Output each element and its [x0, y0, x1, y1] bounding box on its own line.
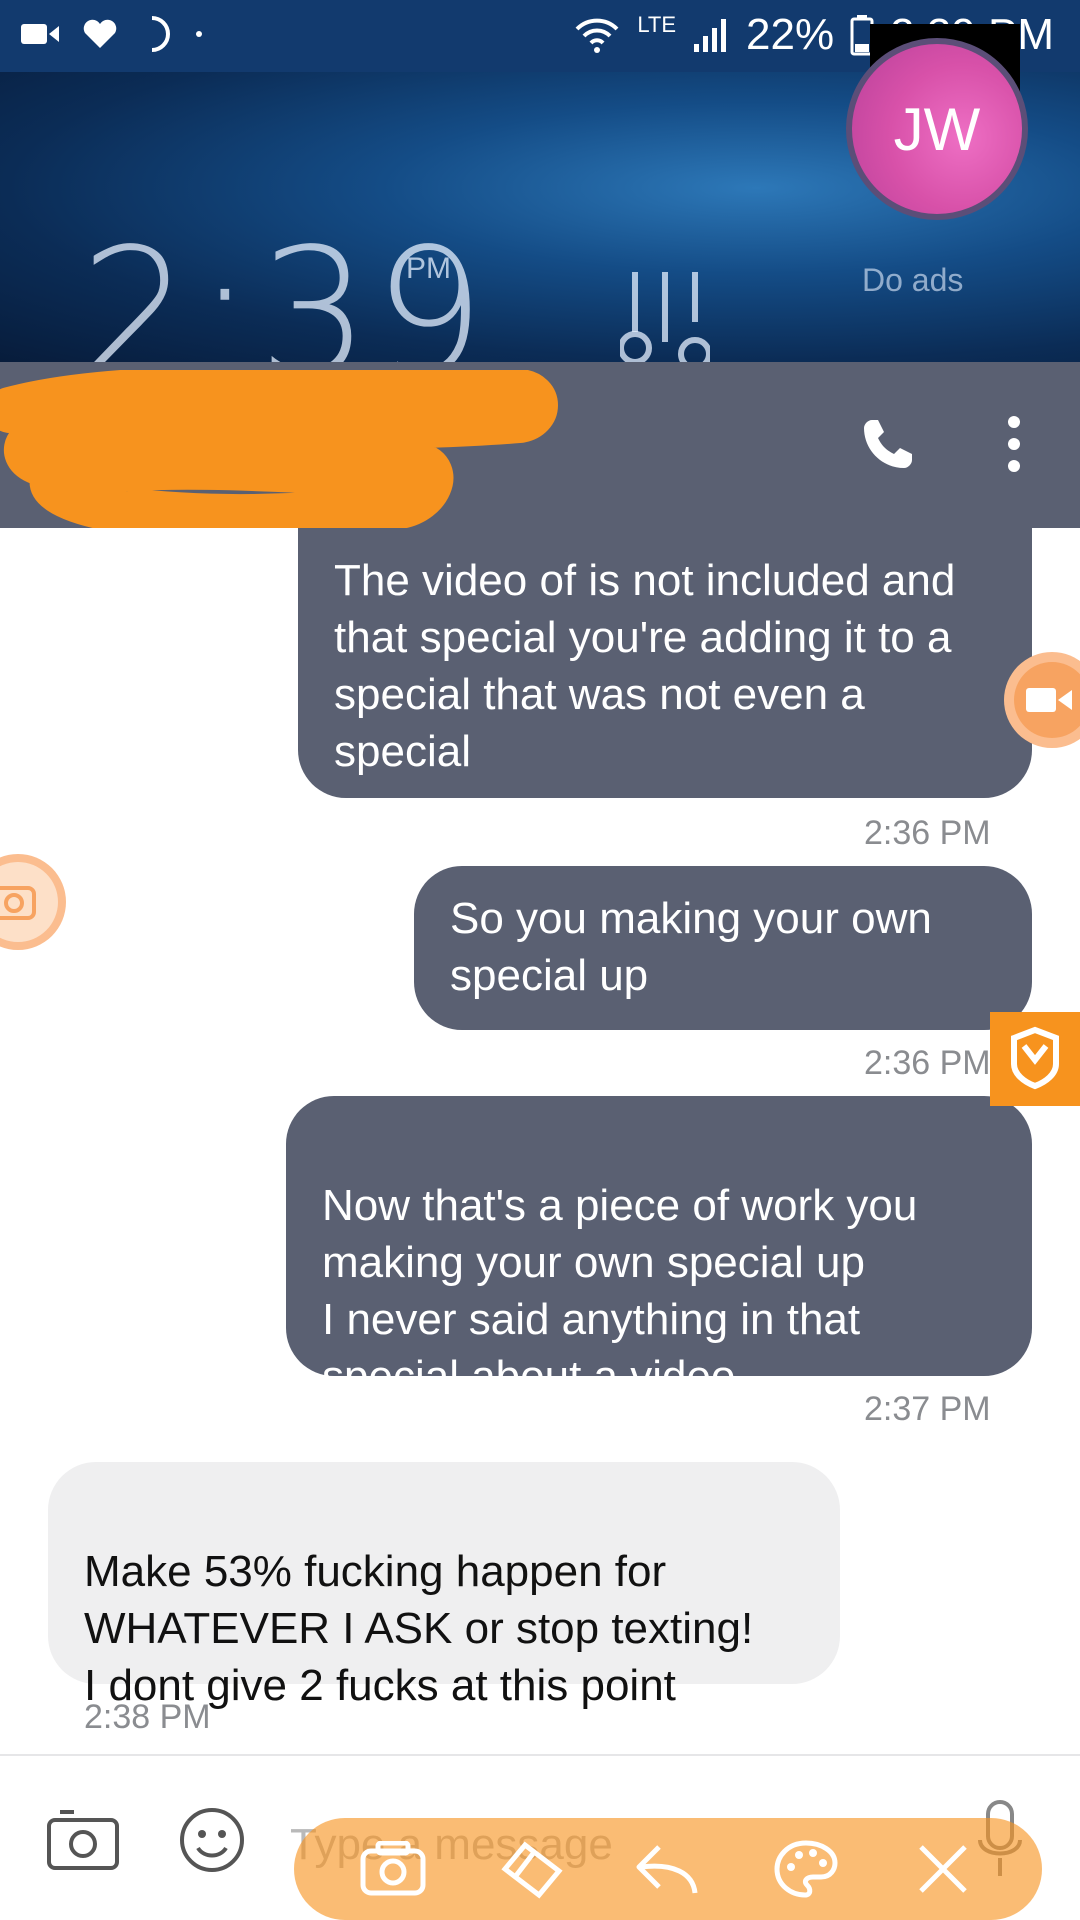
message-bubble-sent[interactable]: So you making your own special up	[414, 866, 1032, 1030]
wallpaper-ampm: PM	[406, 252, 451, 285]
message-time: 2:38 PM	[84, 1698, 211, 1736]
message-time: 2:36 PM	[864, 814, 991, 852]
battery-percent: 22%	[746, 10, 835, 59]
network-type: LTE	[637, 12, 677, 37]
status-left-icons	[20, 16, 204, 52]
toolbar-camera-button[interactable]	[351, 1827, 435, 1911]
moon-icon	[151, 16, 170, 52]
video-icon	[21, 24, 59, 44]
toolbar-undo-button[interactable]	[626, 1827, 710, 1911]
downloads-label: Do ads	[862, 262, 964, 298]
message-text: So you making your own special up	[450, 894, 932, 1000]
call-icon[interactable]	[858, 414, 918, 474]
eraser-icon	[501, 1841, 563, 1899]
message-text: Now that's a piece of work you making yo…	[322, 1181, 918, 1401]
wallpaper-clock: 2:39	[80, 212, 489, 362]
emoji-icon[interactable]	[178, 1806, 246, 1874]
more-options-icon[interactable]	[998, 414, 1030, 474]
palette-icon	[774, 1840, 838, 1898]
toolbar-close-button[interactable]	[901, 1827, 985, 1911]
camera-icon	[360, 1841, 426, 1896]
redaction-scribble	[0, 370, 558, 530]
camera-icon	[0, 862, 58, 942]
conversation-list[interactable]: The video of is not included and that sp…	[0, 528, 1080, 1754]
equalizer-icon	[620, 272, 710, 362]
screenshot-edit-toolbar	[294, 1818, 1042, 1920]
dot-icon	[196, 31, 202, 37]
toolbar-eraser-button[interactable]	[488, 1827, 572, 1911]
avatar[interactable]: JW	[846, 38, 1028, 220]
conversation-header: +1(	[0, 362, 1080, 530]
shield-icon	[1011, 1026, 1059, 1090]
message-bubble-sent[interactable]: The video of is not included and that sp…	[298, 528, 1032, 798]
toolbar-palette-button[interactable]	[764, 1827, 848, 1911]
undo-icon	[636, 1845, 698, 1894]
message-time: 2:37 PM	[864, 1390, 991, 1428]
heart-icon	[83, 19, 117, 48]
message-text: Make 53% fucking happen for WHATEVER I A…	[84, 1547, 754, 1710]
security-badge[interactable]	[990, 1012, 1080, 1106]
message-bubble-sent[interactable]: Now that's a piece of work you making yo…	[286, 1096, 1032, 1401]
camera-icon[interactable]	[46, 1808, 120, 1872]
message-time: 2:36 PM	[864, 1044, 991, 1082]
message-text: The video of is not included and that sp…	[334, 556, 956, 776]
video-camera-icon	[1014, 662, 1080, 738]
wifi-icon	[575, 18, 619, 53]
close-icon	[919, 1845, 967, 1893]
signal-icon	[694, 19, 727, 52]
avatar-initials: JW	[893, 95, 981, 163]
message-bubble-received[interactable]: Make 53% fucking happen for WHATEVER I A…	[48, 1462, 840, 1710]
screenshot-bubble[interactable]	[0, 854, 66, 950]
screen-recorder-bubble[interactable]	[1004, 652, 1080, 748]
